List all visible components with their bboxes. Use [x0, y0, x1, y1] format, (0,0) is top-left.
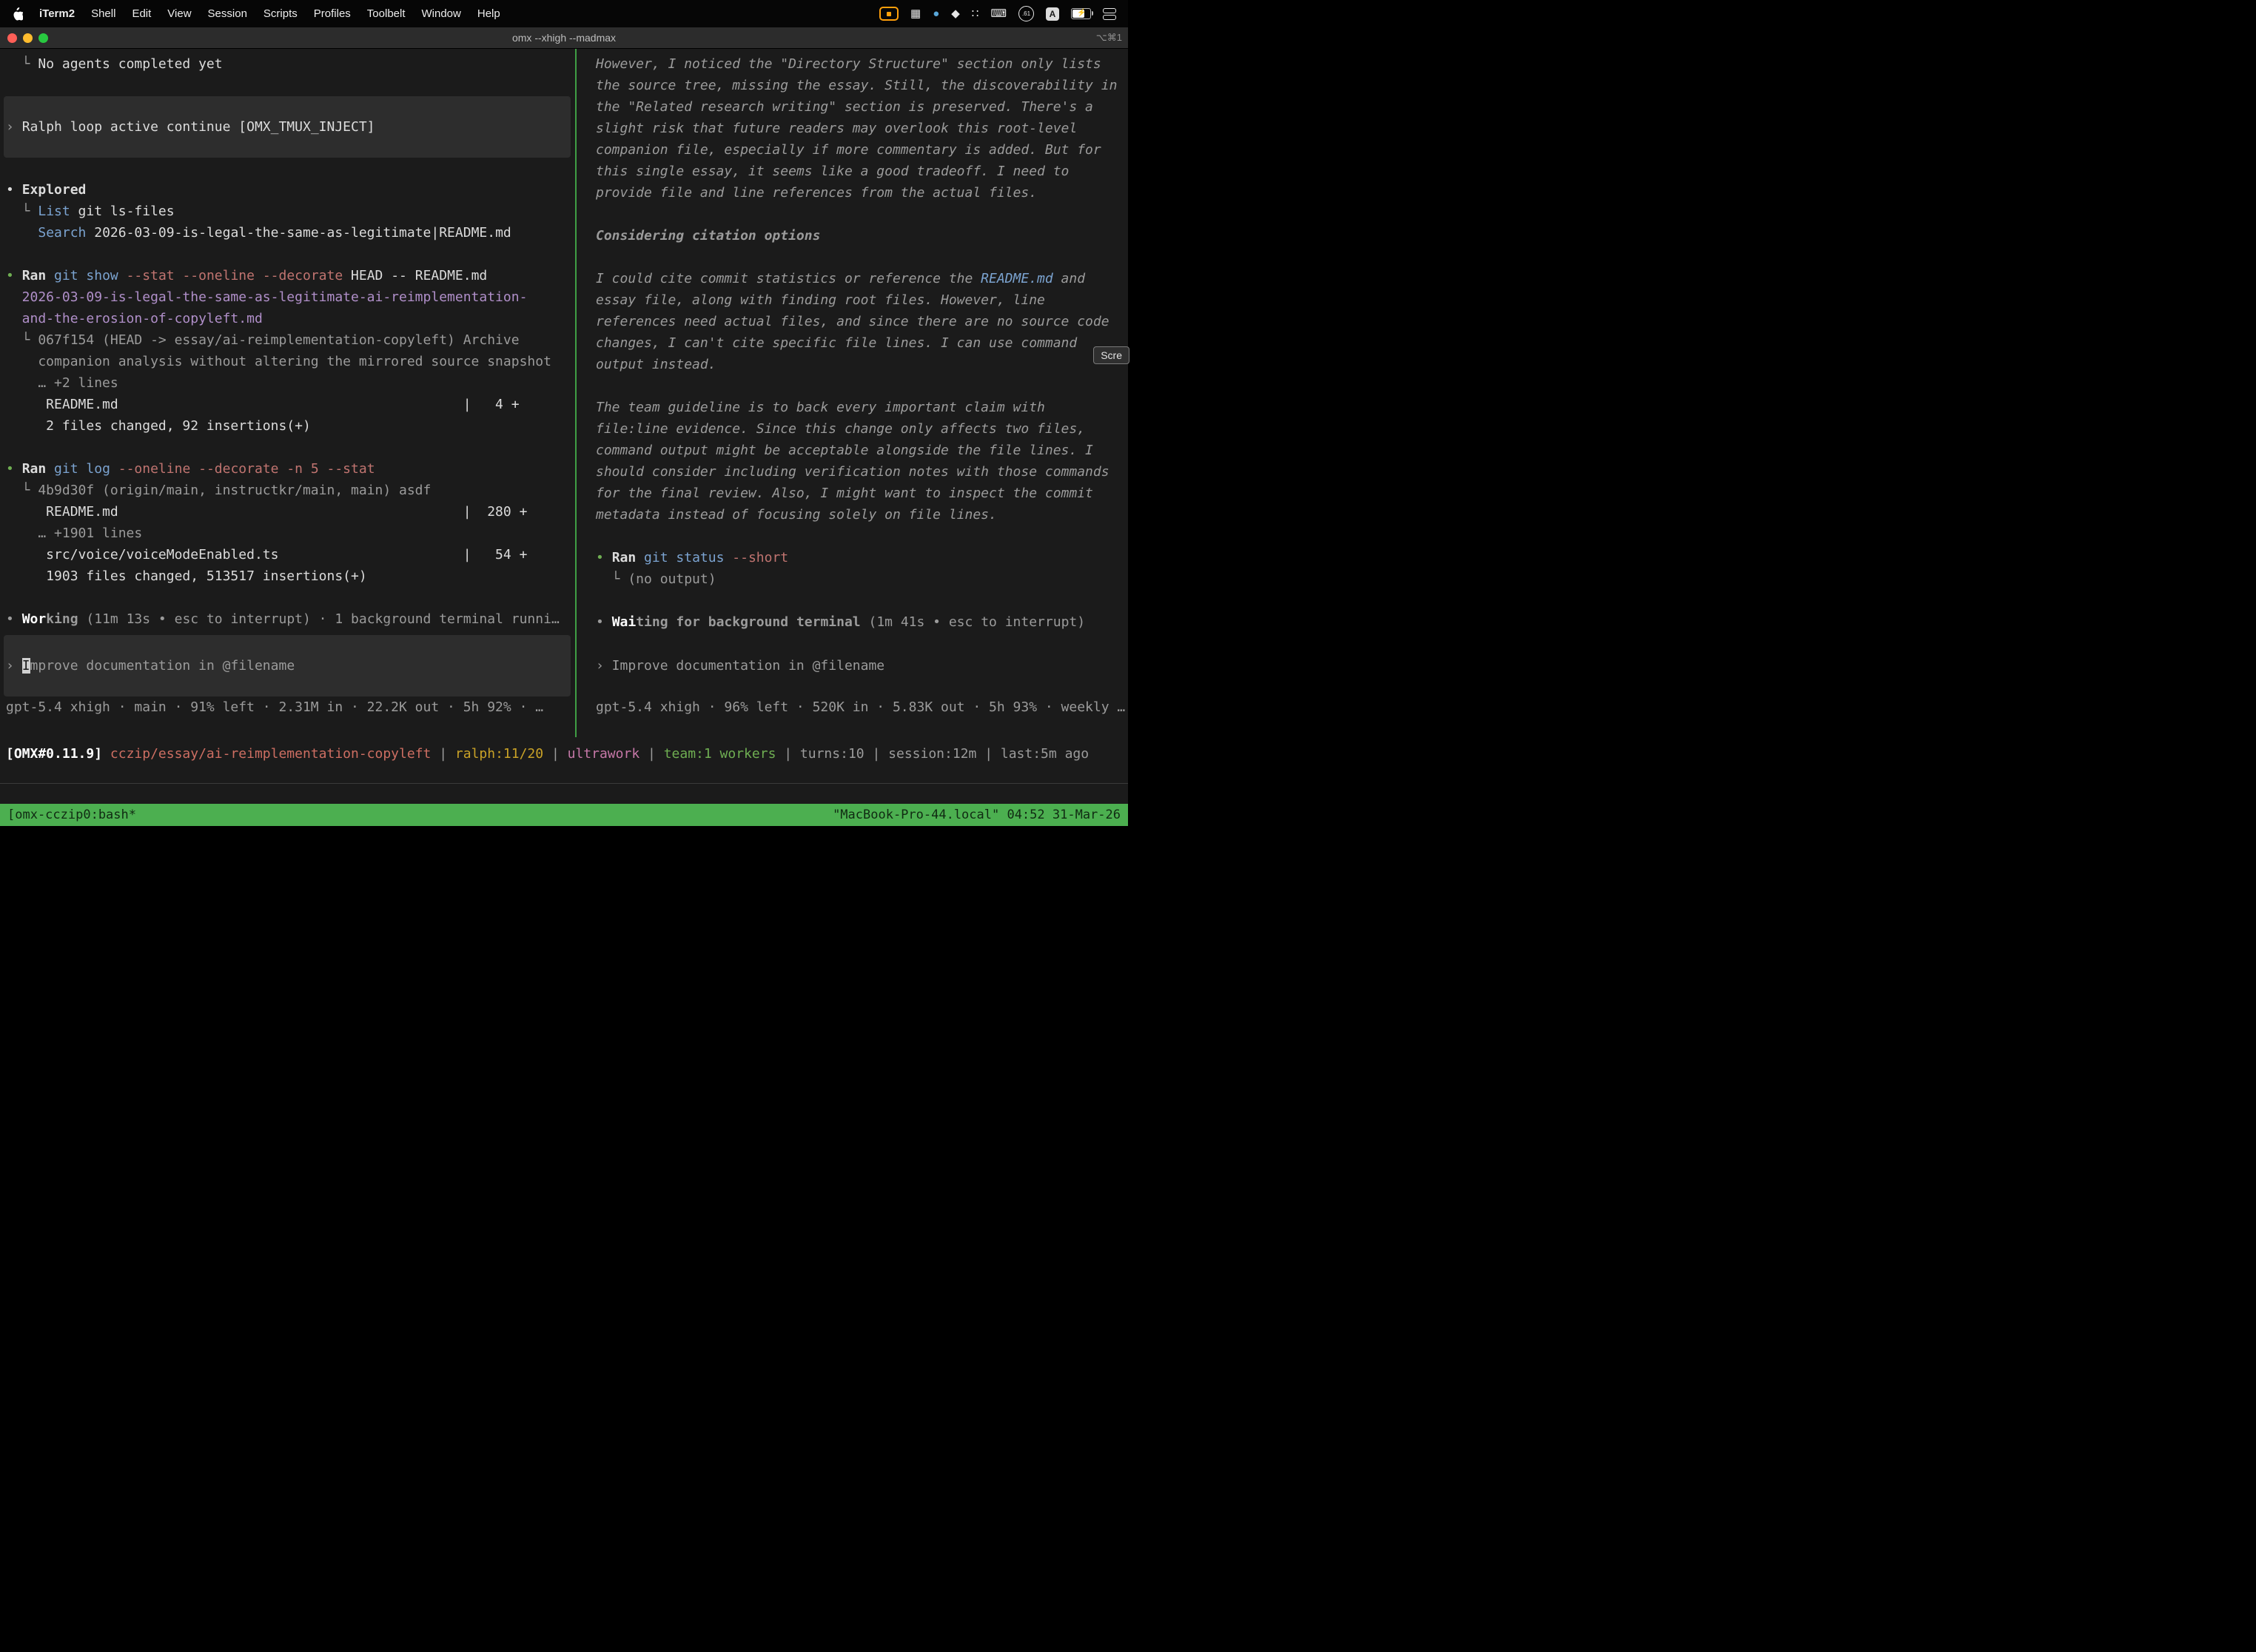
model-status-line: gpt-5.4 xhigh · 96% left · 520K in · 5.8… — [596, 696, 1122, 718]
keyboard-icon[interactable]: ⌨ — [990, 8, 1007, 19]
menu-app-name[interactable]: iTerm2 — [39, 7, 75, 20]
window-controls — [0, 33, 48, 43]
charging-bolt-icon: ⚡ — [1077, 9, 1086, 18]
terminal-line: › Ralph loop active continue [OMX_TMUX_I… — [6, 116, 568, 138]
git-show-block: • Ran git show --stat --oneline --decora… — [6, 265, 575, 437]
terminal-line: └ No agents completed yet — [6, 53, 575, 75]
terminal-line: └ List git ls-files — [6, 201, 575, 222]
terminal-line: › Improve documentation in @filename — [596, 655, 1122, 676]
control-center-icon[interactable] — [1103, 8, 1116, 20]
terminal-line: 2026-03-09-is-legal-the-same-as-legitima… — [6, 286, 575, 308]
diamond-icon[interactable]: ◆ — [951, 8, 960, 19]
prompt-input[interactable]: › Improve documentation in @filename — [596, 635, 1122, 696]
menu-item-toolbelt[interactable]: Toolbelt — [367, 7, 406, 20]
menu-item-profiles[interactable]: Profiles — [314, 7, 351, 20]
grid-icon[interactable]: ▦ — [910, 8, 921, 19]
zoom-button[interactable] — [38, 33, 48, 43]
waiting-status: • Waiting for background terminal (1m 41… — [596, 611, 1122, 633]
model-status-line: gpt-5.4 xhigh · main · 91% left · 2.31M … — [6, 696, 575, 718]
prompt-input[interactable]: › Improve documentation in @filename — [4, 635, 571, 696]
bottom-gap — [0, 770, 1128, 804]
reasoning-paragraph: However, I noticed the "Directory Struct… — [596, 53, 1122, 204]
minimize-button[interactable] — [23, 33, 33, 43]
working-status: • Working (11m 13s • esc to interrupt) ·… — [6, 608, 575, 630]
recording-dot-icon — [887, 12, 891, 16]
separator-line — [0, 783, 1128, 784]
apps-grid-icon[interactable]: ∷ — [972, 8, 979, 19]
terminal-line: However, I noticed the "Directory Struct… — [596, 53, 1122, 204]
window-title-bar[interactable]: omx --xhigh --madmax ⌥⌘1 — [0, 27, 1128, 49]
counter-badge-icon[interactable]: .61 — [1018, 6, 1034, 21]
git-log-block: • Ran git log --oneline --decorate -n 5 … — [6, 458, 575, 587]
tmux-session-label: [omx-cczip0:bash* — [7, 807, 136, 822]
toggle-pill — [1103, 8, 1116, 13]
terminal-line: • Ran git status --short — [596, 547, 1122, 568]
terminal-line: Search 2026-03-09-is-legal-the-same-as-l… — [6, 222, 575, 244]
window-title: omx --xhigh --madmax — [0, 32, 1128, 44]
toggle-pill — [1103, 15, 1116, 20]
terminal-line: … +1901 lines — [6, 523, 575, 544]
reasoning-paragraph: I could cite commit statistics or refere… — [596, 268, 1122, 375]
terminal-line: › Improve documentation in @filename — [6, 655, 568, 676]
terminal-line: src/voice/voiceModeEnabled.ts | 54 + — [6, 544, 575, 565]
tmux-status-bar: [omx-cczip0:bash* "MacBook-Pro-44.local"… — [0, 804, 1128, 826]
drop-icon[interactable]: ● — [933, 8, 939, 19]
screen-tooltip: Scre — [1093, 346, 1129, 364]
terminal-line: README.md | 280 + — [6, 501, 575, 523]
battery-icon[interactable]: ⚡ — [1071, 8, 1091, 19]
tooltip-text: Scre — [1101, 349, 1122, 361]
terminal-line: gpt-5.4 xhigh · 96% left · 520K in · 5.8… — [596, 696, 1122, 718]
terminal-line: [OMX#0.11.9] cczip/essay/ai-reimplementa… — [6, 743, 1089, 765]
right-pane[interactable]: However, I noticed the "Directory Struct… — [577, 49, 1128, 737]
terminal-line: I could cite commit statistics or refere… — [596, 268, 1122, 375]
input-source-icon[interactable]: A — [1046, 7, 1059, 21]
terminal-line: Considering citation options — [596, 225, 1122, 246]
terminal-line: 1903 files changed, 513517 insertions(+) — [6, 565, 575, 587]
reasoning-heading: Considering citation options — [596, 225, 1122, 246]
left-pane[interactable]: └ No agents completed yet › Ralph loop a… — [0, 49, 575, 737]
close-button[interactable] — [7, 33, 17, 43]
menu-item-session[interactable]: Session — [208, 7, 247, 20]
terminal-line: and-the-erosion-of-copyleft.md — [6, 308, 575, 329]
terminal-line: gpt-5.4 xhigh · main · 91% left · 2.31M … — [6, 696, 575, 718]
terminal-line: └ 067f154 (HEAD -> essay/ai-reimplementa… — [6, 329, 575, 351]
screen-recording-indicator-icon[interactable] — [879, 7, 899, 21]
terminal-line: … +2 lines — [6, 372, 575, 394]
ralph-loop-notice: › Ralph loop active continue [OMX_TMUX_I… — [4, 96, 571, 158]
terminal-line: • Ran git log --oneline --decorate -n 5 … — [6, 458, 575, 480]
terminal-line: README.md | 4 + — [6, 394, 575, 415]
menu-item-view[interactable]: View — [167, 7, 191, 20]
terminal-window: └ No agents completed yet › Ralph loop a… — [0, 49, 1128, 737]
terminal-line: 2 files changed, 92 insertions(+) — [6, 415, 575, 437]
menu-bar: iTerm2 Shell Edit View Session Scripts Profil… — [0, 0, 1128, 27]
menu-item-window[interactable]: Window — [422, 7, 461, 20]
tmux-host-clock: "MacBook-Pro-44.local" 04:52 31-Mar-26 — [833, 807, 1121, 822]
terminal-line: └ 4b9d30f (origin/main, instructkr/main,… — [6, 480, 575, 501]
reasoning-paragraph: The team guideline is to back every impo… — [596, 397, 1122, 526]
menu-item-scripts[interactable]: Scripts — [263, 7, 298, 20]
menu-item-help[interactable]: Help — [477, 7, 500, 20]
terminal-line: The team guideline is to back every impo… — [596, 397, 1122, 526]
menu-status-icons: ▦ ● ◆ ∷ ⌨ .61 A ⚡ — [879, 6, 1116, 21]
explored-block: • Explored └ List git ls-files Search 20… — [6, 179, 575, 244]
terminal-line: • Explored — [6, 179, 575, 201]
window-shortcut-badge: ⌥⌘1 — [1096, 32, 1128, 44]
agents-status: └ No agents completed yet — [6, 53, 575, 75]
terminal-line: • Ran git show --stat --oneline --decora… — [6, 265, 575, 286]
terminal-line: • Waiting for background terminal (1m 41… — [596, 611, 1122, 633]
menu-item-shell[interactable]: Shell — [91, 7, 115, 20]
apple-menu-icon[interactable] — [12, 7, 23, 21]
terminal-line: └ (no output) — [596, 568, 1122, 590]
battery-cap — [1092, 11, 1093, 16]
omx-status-bar: [OMX#0.11.9] cczip/essay/ai-reimplementa… — [0, 737, 1128, 770]
menu-item-edit[interactable]: Edit — [132, 7, 151, 20]
menu-items: Shell Edit View Session Scripts Profiles Toolb… — [91, 7, 500, 20]
git-status-block: • Ran git status --short └ (no output) — [596, 547, 1122, 590]
terminal-line: companion analysis without altering the … — [6, 351, 575, 372]
terminal-line: • Working (11m 13s • esc to interrupt) ·… — [6, 608, 575, 630]
